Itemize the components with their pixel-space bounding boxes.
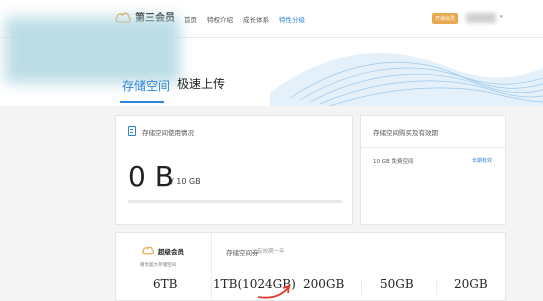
total-space-value: / 10 GB xyxy=(171,177,201,186)
open-membership-button[interactable]: 开通会员 xyxy=(432,13,458,24)
coupon-title: 存储空间券 xyxy=(226,249,259,257)
storage-history-card: 存储空间购买及有效期 10 GB 免费空间 长期有效 xyxy=(360,115,507,225)
vip-title: 超级会员 xyxy=(158,248,184,256)
blurred-region xyxy=(5,17,180,83)
plan-option[interactable]: 200GB xyxy=(303,277,344,291)
active-tab-indicator xyxy=(120,101,164,103)
tab-storage[interactable]: 存储空间 xyxy=(122,77,170,94)
tab-fast-upload[interactable]: 极速上传 xyxy=(177,75,225,92)
storage-icon xyxy=(128,126,136,136)
nav-privileges[interactable]: 特权介绍 xyxy=(207,14,233,24)
nav-growth[interactable]: 成长体系 xyxy=(243,14,269,24)
divider xyxy=(211,279,212,295)
chevron-down-icon[interactable]: ▾ xyxy=(500,14,503,20)
user-name-blurred[interactable] xyxy=(466,13,496,23)
validity-label: 长期有效 xyxy=(472,158,493,164)
divider xyxy=(361,147,507,148)
storage-purchase-card: 超级会员 赠享超大存储空间 存储空间券 有效期一年 6TB 1TB(1024GB… xyxy=(115,232,506,301)
vip-cloud-icon xyxy=(142,246,154,255)
nav-features[interactable]: 特性分级 xyxy=(279,14,305,24)
plan-options: 6TB 1TB(1024GB) 200GB 50GB 20GB xyxy=(116,277,507,297)
usage-progress-bar xyxy=(128,200,342,203)
vip-subtitle: 赠享超大存储空间 xyxy=(140,263,176,268)
main-nav: 首页 特权介绍 成长体系 特性分级 xyxy=(184,14,305,24)
history-title: 存储空间购买及有效期 xyxy=(373,129,438,137)
storage-usage-card: 存储空间使用情况 0 B / 10 GB xyxy=(115,115,353,225)
divider xyxy=(361,279,362,295)
plan-option[interactable]: 20GB xyxy=(454,277,488,291)
coupon-validity: 有效期一年 xyxy=(257,249,285,255)
free-space-item: 10 GB 免费空间 xyxy=(373,159,414,165)
red-annotation-arrow-icon xyxy=(257,284,291,299)
nav-home[interactable]: 首页 xyxy=(184,14,197,24)
decorative-waves xyxy=(270,53,543,106)
plan-option[interactable]: 6TB xyxy=(153,277,177,291)
usage-title: 存储空间使用情况 xyxy=(142,129,194,137)
plan-option[interactable]: 50GB xyxy=(380,277,414,291)
divider xyxy=(436,279,437,295)
used-space-value: 0 B xyxy=(128,160,174,193)
